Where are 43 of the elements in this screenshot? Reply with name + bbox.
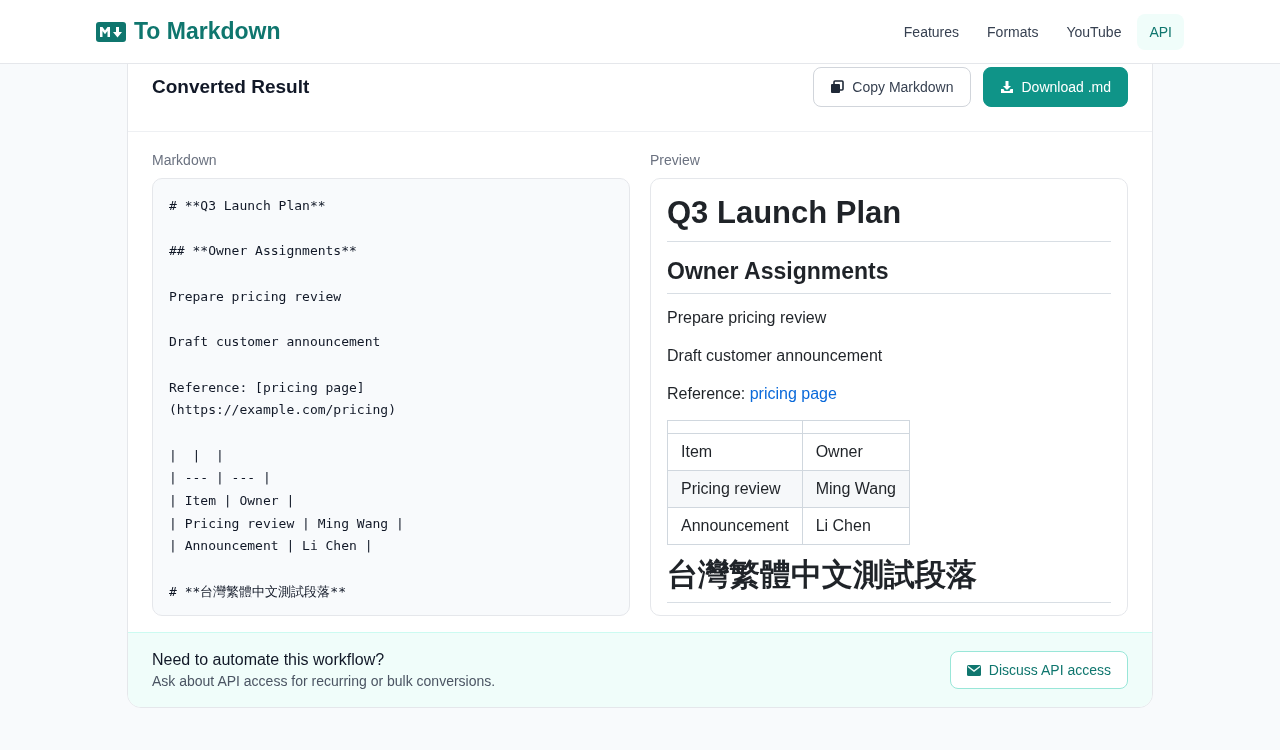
code-line: # **台灣繁體中文測試段落** <box>169 582 346 601</box>
code-line: Draft customer announcement <box>169 333 381 352</box>
card-title: Converted Result <box>152 76 310 98</box>
markdown-editor[interactable] <box>152 178 630 616</box>
table-cell: Li Chen <box>802 507 910 545</box>
banner-subtitle: Ask about API access for recurring or bulk conversions. <box>152 673 496 689</box>
code-line: | --- | --- | <box>169 469 271 488</box>
preview-heading: 台灣繁體中文測試段落 <box>667 556 1111 604</box>
table-cell: Announcement <box>667 507 803 545</box>
nav-link[interactable]: YouTube <box>1054 13 1134 50</box>
table-cell: Owner <box>802 433 910 471</box>
code-line: Prepare pricing review <box>169 287 342 306</box>
pricing-link[interactable]: pricing page <box>749 384 837 402</box>
preview-paragraph: Reference: pricing page <box>667 383 838 404</box>
nav-link[interactable]: Features <box>891 13 972 50</box>
brand-name[interactable]: To Markdown <box>134 18 281 45</box>
download-button[interactable]: Download .md <box>982 67 1128 107</box>
panel-label: Preview <box>650 152 701 168</box>
code-line: (https://example.com/pricing) <box>169 401 396 420</box>
table-cell: Ming Wang <box>802 470 910 508</box>
nav-link[interactable]: Formats <box>975 13 1051 50</box>
code-line: Reference: [pricing page] <box>169 378 365 397</box>
code-line: | Pricing review | Ming Wang | <box>169 514 404 533</box>
code-line: | Item | Owner | <box>169 492 295 511</box>
panel-label: Markdown <box>152 152 218 168</box>
code-line: | | | <box>169 446 224 465</box>
copy-icon <box>830 80 845 94</box>
code-line: ## **Owner Assignments** <box>169 242 357 261</box>
banner-title: Need to automate this workflow? <box>152 651 386 669</box>
preview-heading: Q3 Launch Plan <box>667 195 1111 242</box>
nav-link[interactable]: API <box>1137 13 1184 50</box>
code-line: | Announcement | Li Chen | <box>169 537 373 556</box>
markdown-logo-icon <box>96 21 126 42</box>
preview-paragraph: Prepare pricing review <box>667 307 828 328</box>
table-cell: Item <box>667 433 803 471</box>
download-icon <box>999 80 1014 94</box>
preview-subheading: Owner Assignments <box>667 257 1111 294</box>
preview-paragraph: Draft customer announcement <box>667 345 884 366</box>
code-line: # **Q3 Launch Plan** <box>169 197 326 215</box>
envelope-icon <box>966 664 981 676</box>
copy-markdown-button[interactable]: Copy Markdown <box>813 67 971 107</box>
discuss-api-button[interactable]: Discuss API access <box>949 651 1128 689</box>
table-cell: Pricing review <box>667 470 803 508</box>
